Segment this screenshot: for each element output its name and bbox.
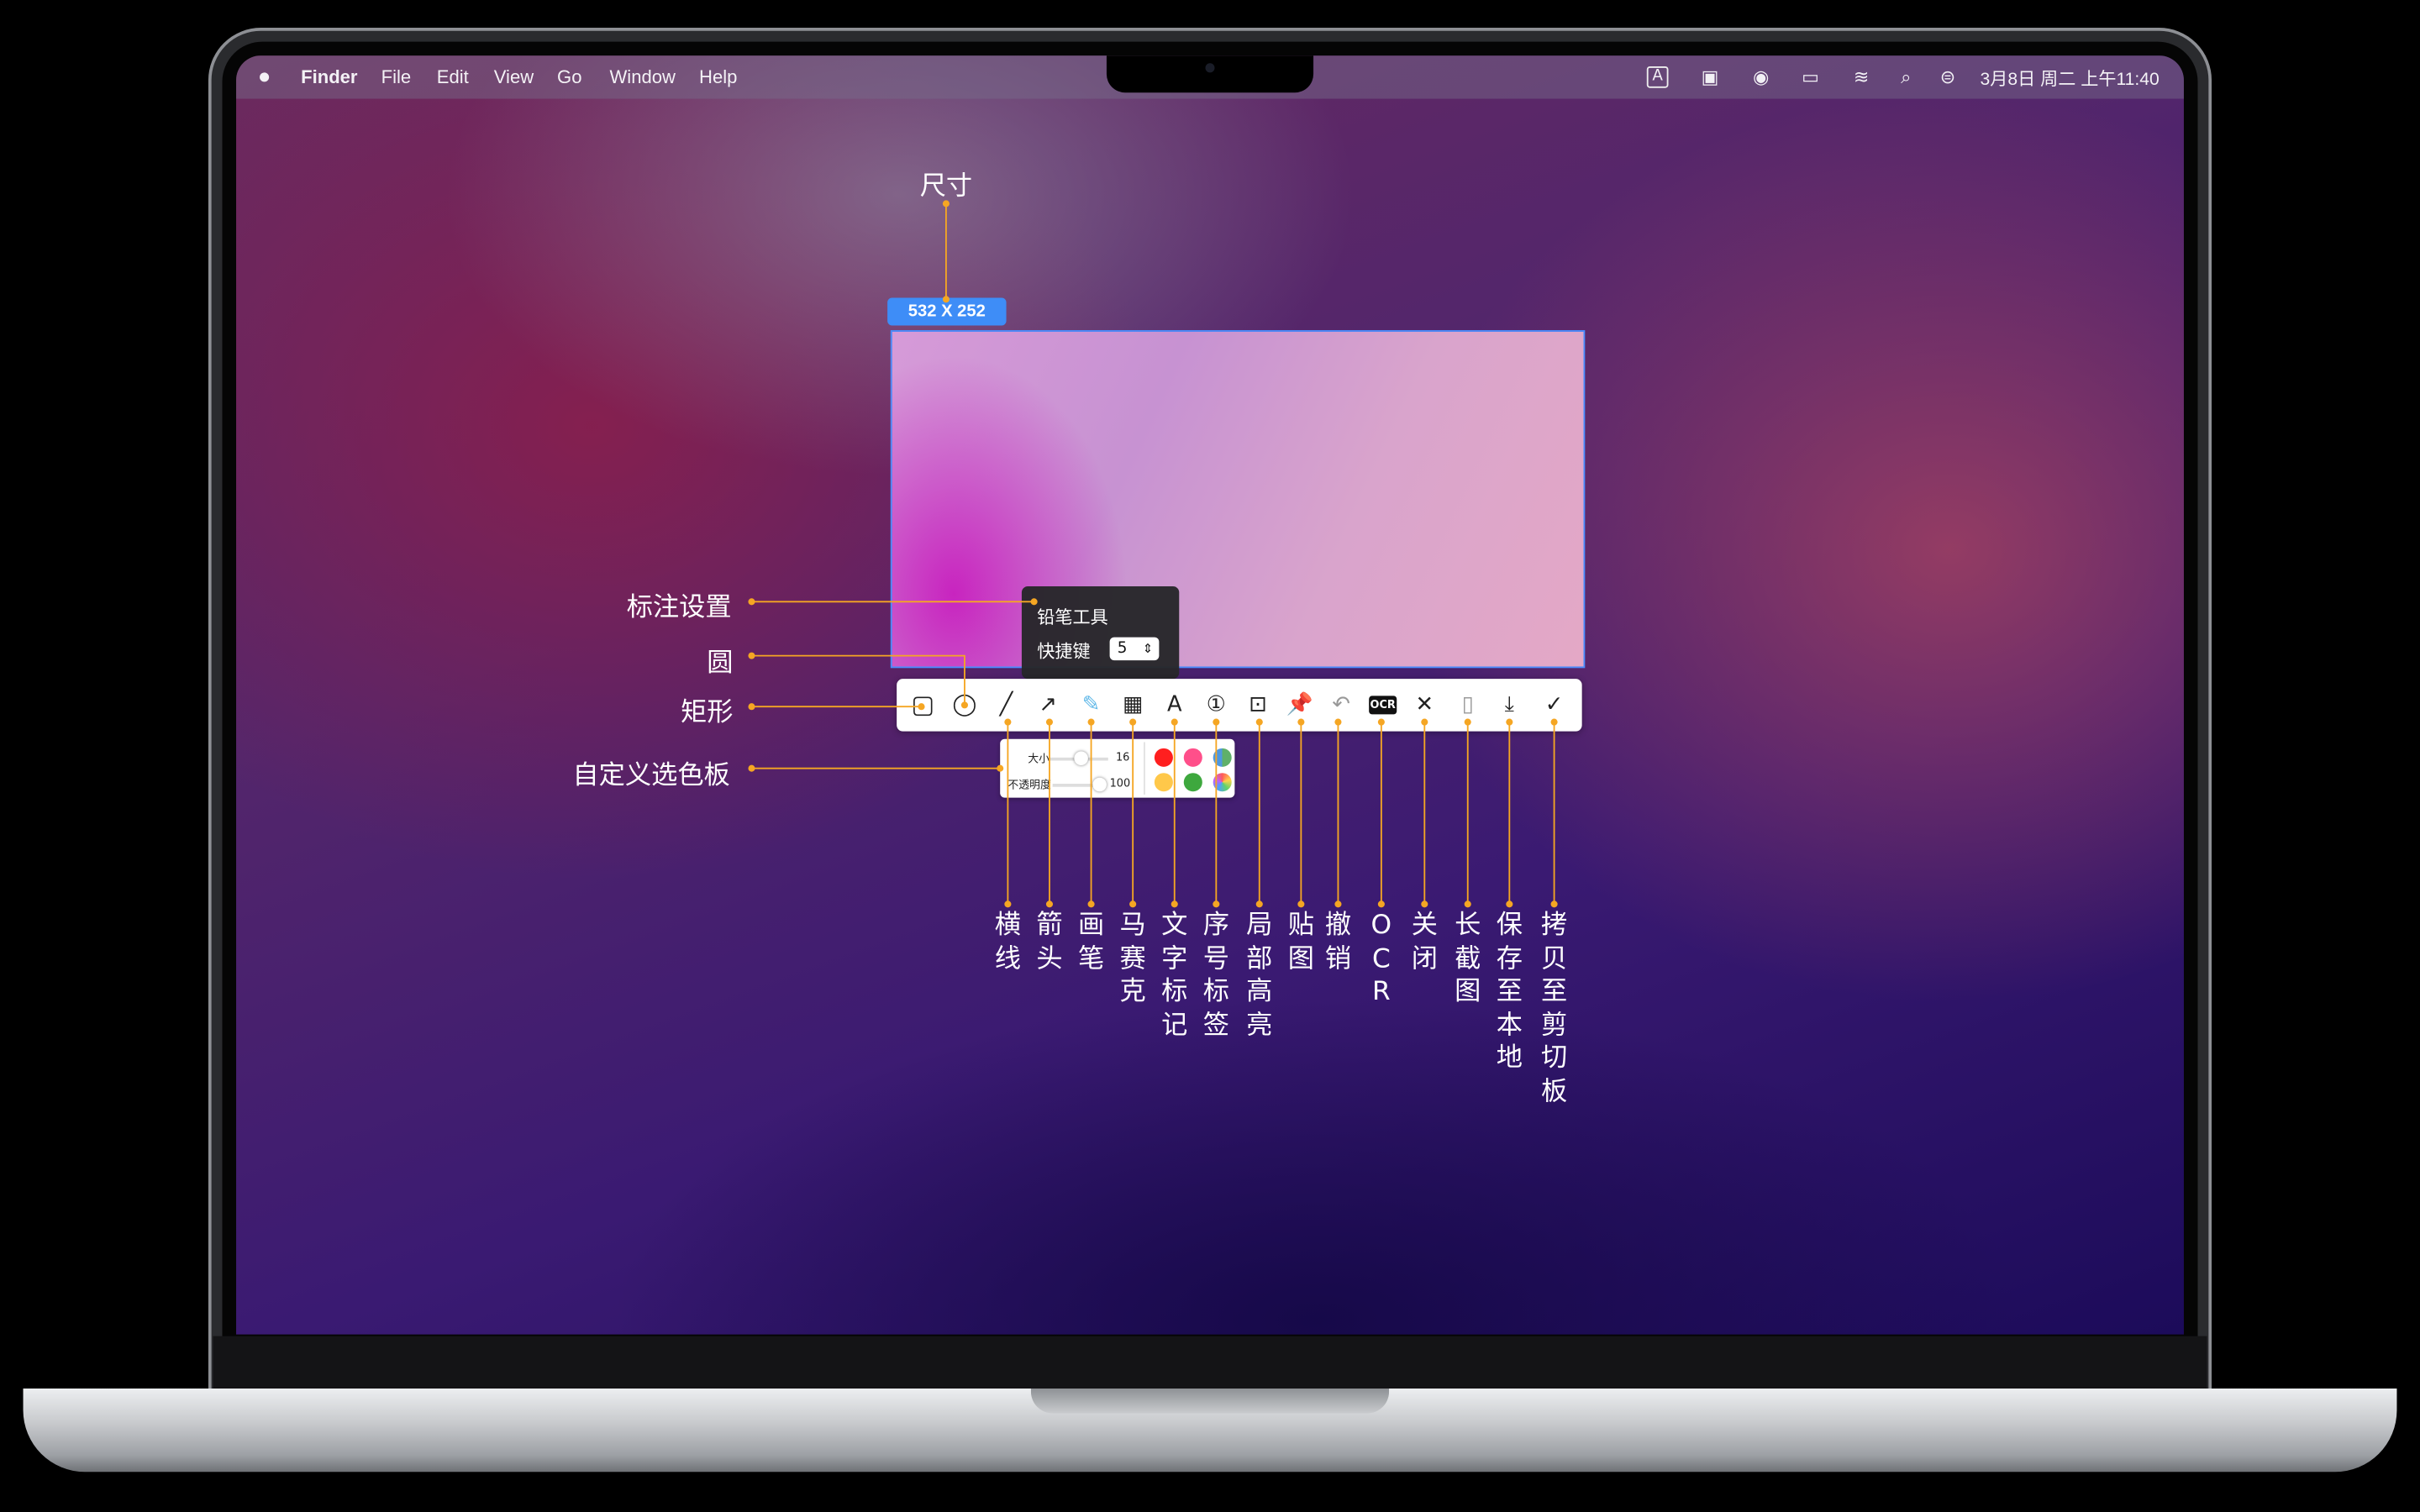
tool-callout-line-dot bbox=[1045, 900, 1054, 908]
tool-callout-line-dot bbox=[1129, 900, 1137, 908]
tool-callout-line-dot bbox=[1464, 718, 1471, 726]
tool-callout-line-dot bbox=[1421, 718, 1428, 726]
tool-callout-line-dot bbox=[1297, 900, 1305, 908]
tool-callout-line-dot bbox=[1255, 718, 1263, 726]
tool-callout-line-dot bbox=[1004, 718, 1012, 726]
tool-callout-line-dot bbox=[1334, 900, 1342, 908]
settings-callout-line-dot bbox=[1030, 598, 1038, 606]
tool-callout-line-dot bbox=[1550, 900, 1558, 908]
tool-callout-line-dot bbox=[1213, 900, 1220, 908]
tool-callout-line-dot bbox=[1087, 900, 1095, 908]
tool-callout-line-dot bbox=[1464, 900, 1471, 908]
tool-callout-line-dot bbox=[1004, 900, 1012, 908]
tool-callout-line-dot bbox=[1087, 718, 1095, 726]
rectangle-callout-line-dot bbox=[918, 703, 925, 711]
circle-callout-line-dot bbox=[960, 701, 968, 709]
tool-callout-line-dot bbox=[1421, 900, 1428, 908]
tool-callout-line-dot bbox=[1171, 718, 1178, 726]
palette-callout-line-dot bbox=[748, 764, 755, 772]
tool-callout-line-dot bbox=[1255, 900, 1263, 908]
tool-callout-line-dot bbox=[1045, 718, 1054, 726]
tool-callout-line-dot bbox=[1377, 900, 1385, 908]
circle-callout-line bbox=[751, 654, 965, 706]
rectangle-callout-line-dot bbox=[748, 703, 755, 711]
circle-callout-line-dot bbox=[748, 652, 755, 659]
size-callout-line-dot bbox=[942, 200, 950, 207]
tool-callout-line-dot bbox=[1506, 718, 1513, 726]
tool-callout-line-dot bbox=[1550, 718, 1558, 726]
tool-callout-line-dot bbox=[1171, 900, 1178, 908]
tool-callout-line-dot bbox=[1377, 718, 1385, 726]
tool-callout-line-dot bbox=[1506, 900, 1513, 908]
palette-callout-line-dot bbox=[997, 764, 1004, 772]
callout-lines bbox=[748, 200, 1558, 908]
size-callout-line-dot bbox=[942, 296, 950, 303]
tool-callout-line-dot bbox=[1129, 718, 1137, 726]
tool-callout-line-dot bbox=[1297, 718, 1305, 726]
tool-callout-line-dot bbox=[1334, 718, 1342, 726]
settings-callout-line-dot bbox=[748, 598, 755, 606]
tool-callout-line-dot bbox=[1213, 718, 1220, 726]
